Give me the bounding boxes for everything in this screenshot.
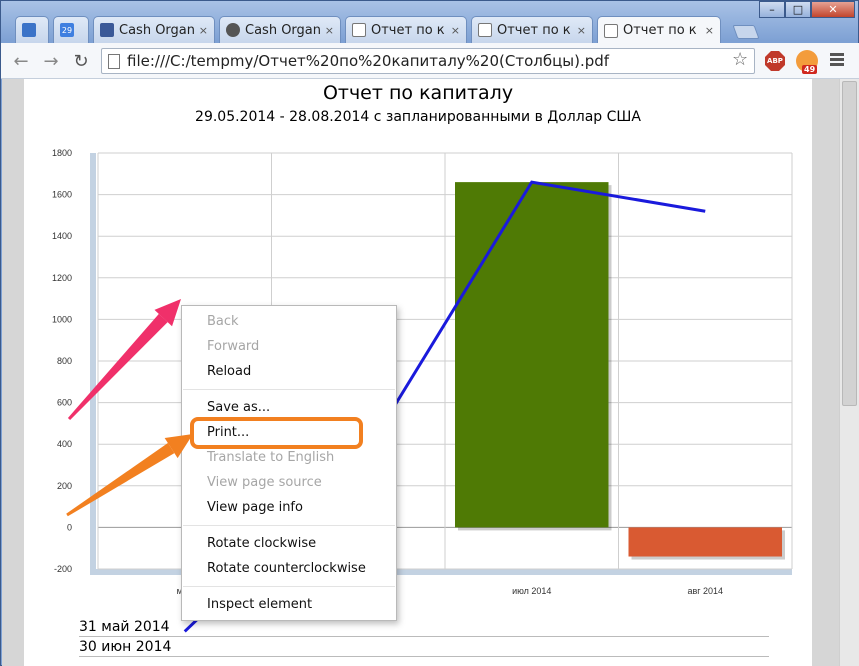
annotation-overlay [66, 299, 193, 517]
orange-arrow [66, 434, 193, 517]
browser-window: 29 Cash Organ × Cash Organ × Отчет по к … [0, 0, 859, 666]
pink-arrow [67, 299, 181, 421]
